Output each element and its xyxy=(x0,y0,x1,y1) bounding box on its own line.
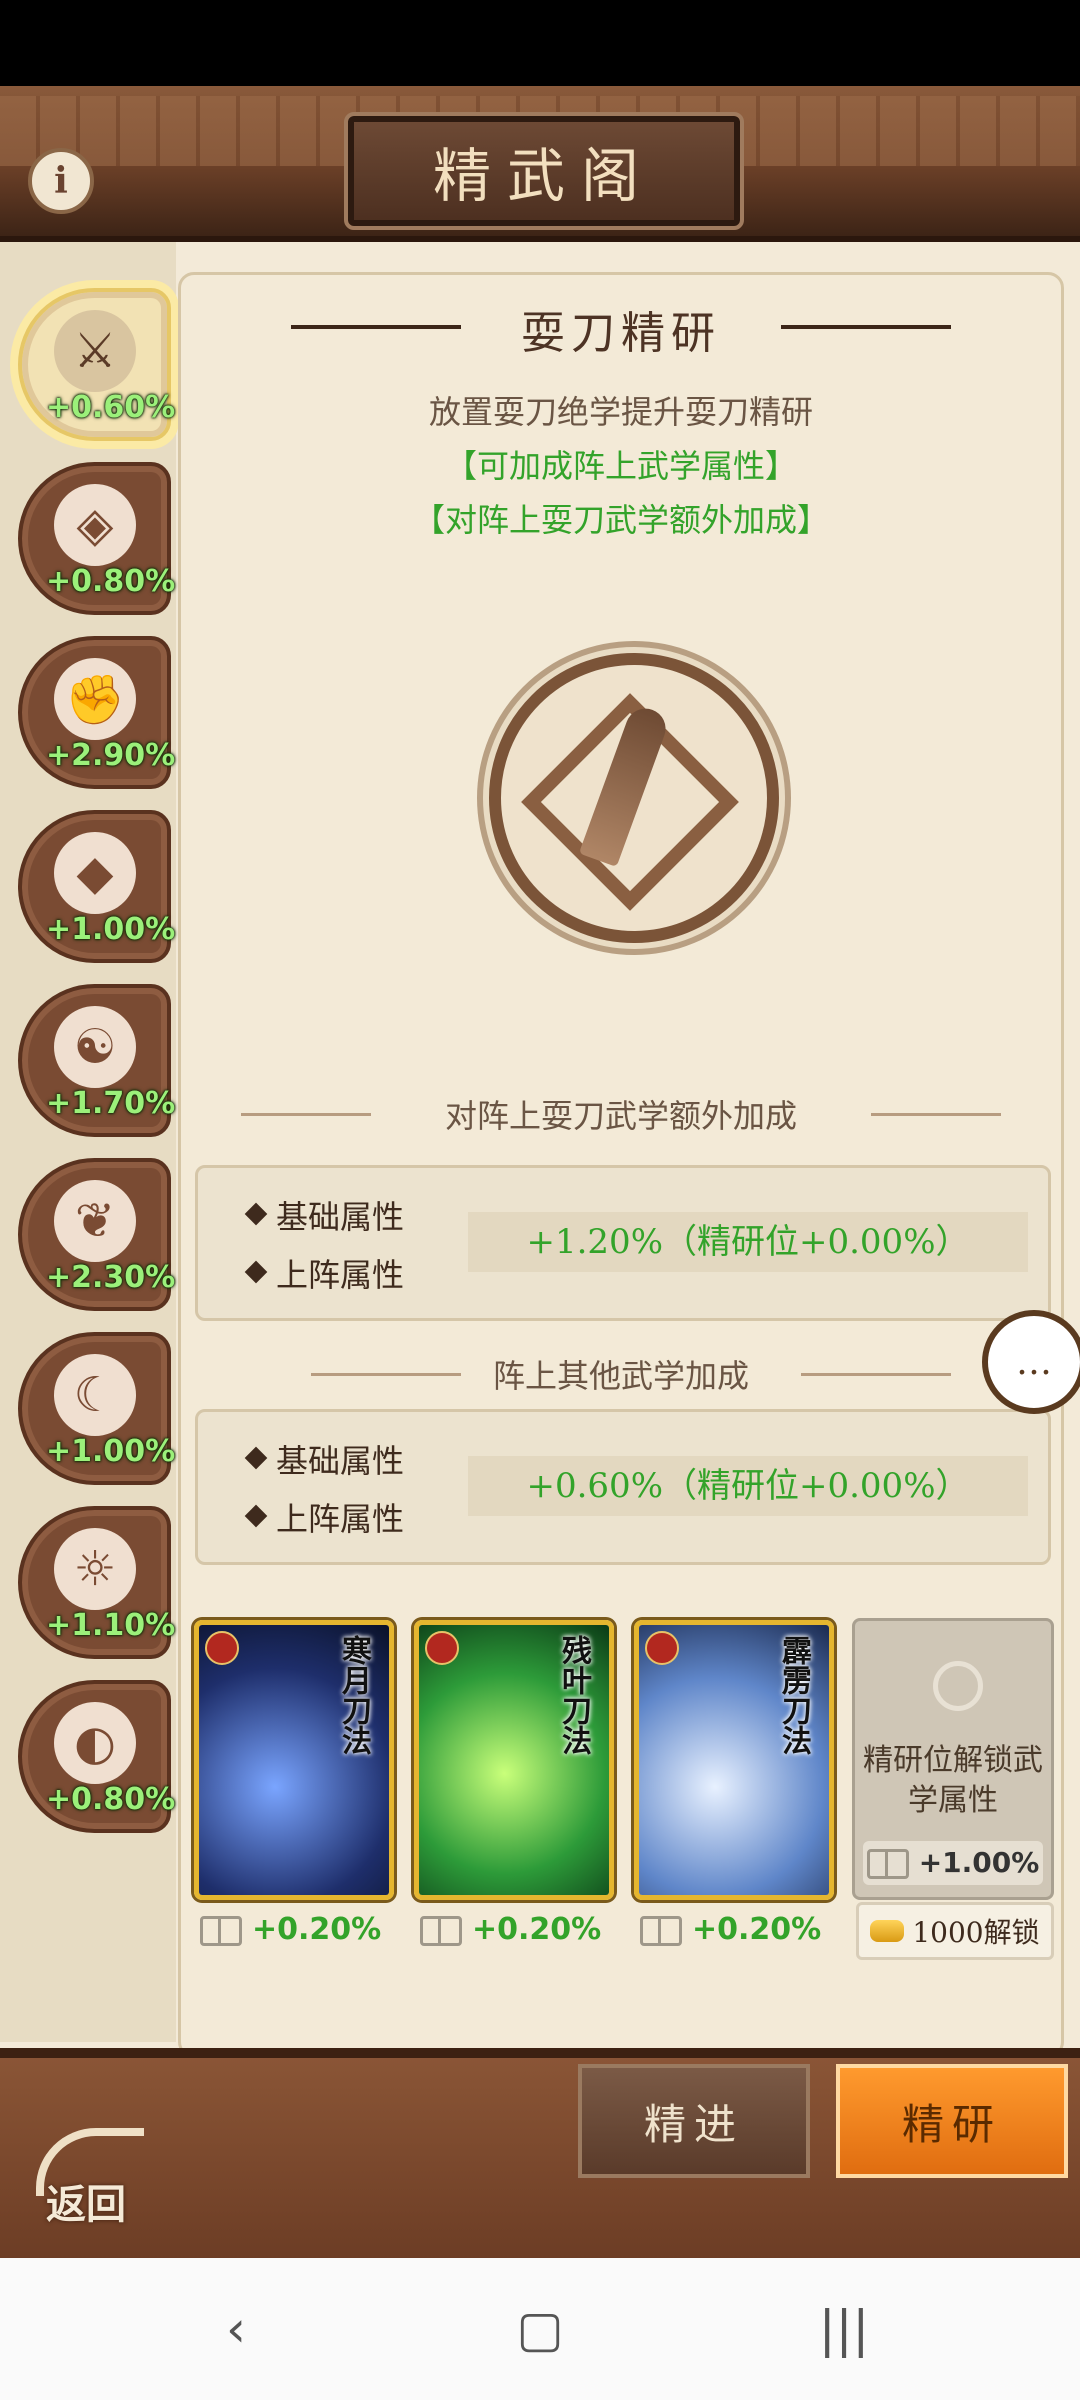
back-button[interactable]: 返回 xyxy=(26,2120,146,2230)
sidebar: ⚔ +0.60% ◈ +0.80% ✊ +2.90% ◆ +1.00% ☯ +1… xyxy=(0,242,176,2042)
sidebar-item-percent: +1.00% xyxy=(46,1434,176,1469)
battle-attr-label: 上阵属性 xyxy=(276,1500,405,1538)
page-title: 精武阁 xyxy=(344,112,744,230)
card-name: 残叶刀法 xyxy=(556,1635,591,1755)
section1-title: 对阵上耍刀武学额外加成 xyxy=(444,1097,797,1135)
tab-jingyan[interactable]: 精研 xyxy=(836,2064,1068,2178)
gold-ingot-icon xyxy=(870,1920,905,1942)
section2-stats: 基础属性 上阵属性 +0.60%（精研位+0.00%） xyxy=(195,1409,1051,1565)
book-icon xyxy=(640,1915,682,1946)
panel-title: 耍刀精研 xyxy=(521,308,721,359)
chat-bubble-icon: … xyxy=(1016,1341,1052,1383)
broadsword-icon: ⚔ xyxy=(54,310,136,392)
bullet-icon xyxy=(244,1446,268,1470)
back-arrow-icon xyxy=(36,2128,144,2196)
sidebar-item-percent: +2.90% xyxy=(46,738,176,773)
seal-icon xyxy=(645,1631,679,1665)
card-bonus-1: +0.20% xyxy=(200,1912,400,1947)
skill-card-1[interactable]: 寒月刀法 xyxy=(194,1620,394,1900)
skill-card-2[interactable]: 残叶刀法 xyxy=(414,1620,614,1900)
crescent-moon-icon: ☾ xyxy=(54,1354,136,1436)
seal-icon xyxy=(425,1631,459,1665)
locked-slot-text: 精研位解锁武学属性 xyxy=(863,1743,1043,1818)
sidebar-item-percent: +0.80% xyxy=(46,1782,176,1817)
system-nav-bar: ‹ ▢ ||| xyxy=(0,2258,1080,2400)
sidebar-item-fan[interactable]: ◆ +1.00% xyxy=(10,810,175,963)
unlock-label: 1000解锁 xyxy=(912,1916,1040,1949)
sidebar-item-sun-moon[interactable]: ◐ +0.80% xyxy=(10,1680,175,1833)
info-button[interactable]: i xyxy=(28,148,94,214)
sun-icon: ☼ xyxy=(54,1528,136,1610)
sidebar-item-shield[interactable]: ◈ +0.80% xyxy=(10,462,175,615)
panel-description: 放置耍刀绝学提升耍刀精研 xyxy=(428,393,813,431)
card-bonus-3: +0.20% xyxy=(640,1912,840,1947)
bullet-icon xyxy=(244,1260,268,1284)
bonus-line-2: 【对阵上耍刀武学额外加成】 xyxy=(412,501,829,539)
info-icon: i xyxy=(54,160,68,202)
shield-crest-icon: ◈ xyxy=(54,484,136,566)
nav-home-icon[interactable]: ▢ xyxy=(500,2294,580,2364)
bullet-icon xyxy=(244,1202,268,1226)
section1-stats: 基础属性 上阵属性 +1.20%（精研位+0.00%） xyxy=(195,1165,1051,1321)
nav-back-icon[interactable]: ‹ xyxy=(196,2294,276,2364)
card-bonus-2: +0.20% xyxy=(420,1912,620,1947)
sidebar-item-sun[interactable]: ☼ +1.10% xyxy=(10,1506,175,1659)
sidebar-item-crane[interactable]: ❦ +2.30% xyxy=(10,1158,175,1311)
sidebar-item-percent: +2.30% xyxy=(46,1260,176,1295)
seal-icon xyxy=(205,1631,239,1665)
book-icon xyxy=(200,1915,242,1946)
card-bonus-value: +0.20% xyxy=(692,1912,822,1947)
base-attr-label: 基础属性 xyxy=(276,1198,405,1236)
tab-jinjin[interactable]: 精进 xyxy=(578,2064,810,2178)
sidebar-item-broadsword[interactable]: ⚔ +0.60% xyxy=(10,288,175,441)
base-attr-label: 基础属性 xyxy=(276,1442,405,1480)
bullet-icon xyxy=(244,1504,268,1528)
section2-title: 阵上其他武学加成 xyxy=(492,1357,749,1395)
sun-moon-icon: ◐ xyxy=(54,1702,136,1784)
taiji-icon: ☯ xyxy=(54,1006,136,1088)
sidebar-item-percent: +0.80% xyxy=(46,564,176,599)
lock-icon xyxy=(933,1661,983,1711)
battle-attr-label: 上阵属性 xyxy=(276,1256,405,1294)
locked-slot[interactable]: 精研位解锁武学属性 +1.00% xyxy=(852,1618,1054,1900)
sidebar-item-percent: +1.10% xyxy=(46,1608,176,1643)
fan-icon: ◆ xyxy=(54,832,136,914)
sidebar-item-percent: +1.70% xyxy=(46,1086,176,1121)
fist-icon: ✊ xyxy=(54,658,136,740)
nav-recents-icon[interactable]: ||| xyxy=(804,2294,884,2364)
locked-slot-bonus-value: +1.00% xyxy=(918,1846,1040,1879)
card-name: 寒月刀法 xyxy=(336,1635,371,1755)
bonus-line-1: 【可加成阵上武学属性】 xyxy=(444,447,797,485)
unlock-button[interactable]: 1000解锁 xyxy=(856,1902,1054,1960)
book-icon xyxy=(866,1849,909,1879)
crane-icon: ❦ xyxy=(54,1180,136,1262)
sidebar-item-percent: +0.60% xyxy=(46,390,176,425)
chat-button[interactable]: … xyxy=(982,1310,1080,1414)
sidebar-item-percent: +1.00% xyxy=(46,912,176,947)
sidebar-item-taiji[interactable]: ☯ +1.70% xyxy=(10,984,175,1137)
sidebar-item-moon[interactable]: ☾ +1.00% xyxy=(10,1332,175,1485)
section2-value: +0.60%（精研位+0.00%） xyxy=(468,1456,1028,1516)
card-bonus-value: +0.20% xyxy=(252,1912,382,1947)
locked-slot-bonus: +1.00% xyxy=(863,1841,1043,1885)
sidebar-item-fist[interactable]: ✊ +2.90% xyxy=(10,636,175,789)
skill-card-3[interactable]: 霹雳刀法 xyxy=(634,1620,834,1900)
card-name: 霹雳刀法 xyxy=(776,1635,811,1755)
book-icon xyxy=(420,1915,462,1946)
section1-value: +1.20%（精研位+0.00%） xyxy=(468,1212,1028,1272)
status-bar xyxy=(0,0,1080,86)
card-bonus-value: +0.20% xyxy=(472,1912,602,1947)
